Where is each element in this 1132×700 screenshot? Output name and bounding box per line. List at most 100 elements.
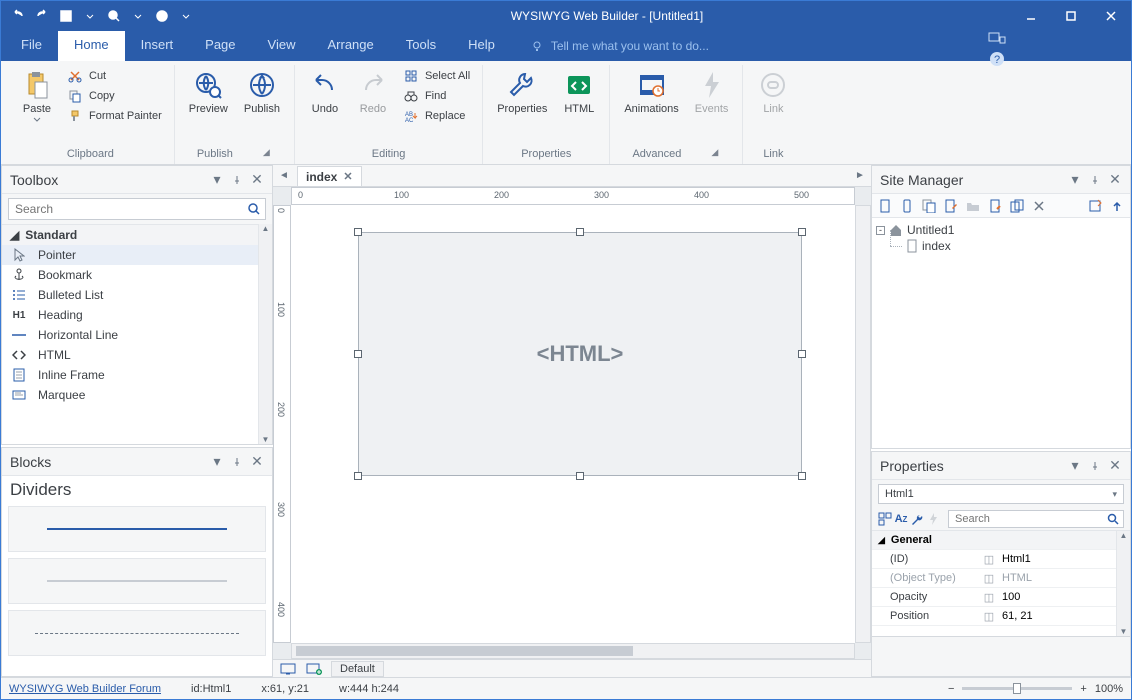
- upload-icon[interactable]: [1108, 197, 1126, 215]
- publish-dropdown[interactable]: [175, 5, 197, 27]
- scrollbar-vertical[interactable]: [855, 205, 871, 643]
- events-button[interactable]: Events: [689, 65, 735, 119]
- menu-arrange[interactable]: Arrange: [311, 31, 389, 61]
- properties-button[interactable]: Properties: [491, 65, 553, 119]
- property-row-opacity[interactable]: Opacity◫100: [872, 588, 1130, 607]
- close-icon[interactable]: ✕: [1108, 459, 1122, 473]
- divider-block-3[interactable]: [8, 610, 266, 656]
- close-button[interactable]: [1091, 1, 1131, 31]
- publish-button[interactable]: [151, 5, 173, 27]
- zoom-slider[interactable]: [962, 687, 1072, 690]
- tab-prev-icon[interactable]: ◄: [277, 168, 291, 182]
- tab-next-icon[interactable]: ►: [853, 168, 867, 182]
- pin-icon[interactable]: [230, 173, 244, 187]
- divider-block-2[interactable]: [8, 558, 266, 604]
- copy-page-icon[interactable]: [1008, 197, 1026, 215]
- find-button[interactable]: Find: [399, 87, 474, 105]
- redo-button[interactable]: [31, 5, 53, 27]
- menu-tools[interactable]: Tools: [390, 31, 452, 61]
- breakpoint-default[interactable]: Default: [331, 661, 384, 677]
- dialog-launcher-icon[interactable]: ◢: [711, 147, 718, 158]
- properties-search-input[interactable]: [949, 511, 1103, 527]
- property-category[interactable]: ◢General: [872, 531, 1130, 550]
- menu-insert[interactable]: Insert: [125, 31, 190, 61]
- pin-icon[interactable]: [1088, 459, 1102, 473]
- display-mode-button[interactable]: [988, 31, 1006, 45]
- toolbox-category[interactable]: ◢Standard: [2, 225, 258, 245]
- paste-button[interactable]: Paste: [15, 65, 59, 126]
- format-painter-button[interactable]: Format Painter: [63, 107, 166, 125]
- wrench-icon[interactable]: [910, 510, 924, 528]
- menu-view[interactable]: View: [252, 31, 312, 61]
- panel-menu-icon[interactable]: ▾: [1068, 173, 1082, 187]
- divider-block-1[interactable]: [8, 506, 266, 552]
- close-icon[interactable]: ✕: [1108, 173, 1122, 187]
- menu-file[interactable]: File: [5, 31, 58, 61]
- publish-button[interactable]: Publish: [238, 65, 286, 119]
- toolbox-search[interactable]: [8, 198, 266, 220]
- replace-button[interactable]: ABACReplace: [399, 107, 474, 125]
- search-icon[interactable]: [1103, 511, 1123, 527]
- resize-handle[interactable]: [354, 472, 362, 480]
- toolbox-item-bulleted-list[interactable]: Bulleted List: [2, 285, 258, 305]
- new-mobile-icon[interactable]: [898, 197, 916, 215]
- close-icon[interactable]: ✕: [250, 455, 264, 469]
- edit-page-icon[interactable]: [942, 197, 960, 215]
- page-properties-icon[interactable]: [986, 197, 1004, 215]
- copy-button[interactable]: Copy: [63, 87, 166, 105]
- resize-handle[interactable]: [576, 472, 584, 480]
- link-button[interactable]: Link: [751, 65, 795, 119]
- desktop-view-icon[interactable]: [279, 662, 297, 676]
- toolbox-item-pointer[interactable]: Pointer: [2, 245, 258, 265]
- collapse-icon[interactable]: -: [876, 226, 885, 235]
- categorized-icon[interactable]: [878, 510, 892, 528]
- forum-link[interactable]: WYSIWYG Web Builder Forum: [9, 683, 161, 695]
- toolbox-item-html[interactable]: HTML: [2, 345, 258, 365]
- add-breakpoint-icon[interactable]: [305, 662, 323, 676]
- toolbox-item-horizontal-line[interactable]: Horizontal Line: [2, 325, 258, 345]
- resize-handle[interactable]: [576, 228, 584, 236]
- refresh-icon[interactable]: [1086, 197, 1104, 215]
- panel-menu-icon[interactable]: ▾: [210, 455, 224, 469]
- resize-handle[interactable]: [354, 228, 362, 236]
- toolbox-search-input[interactable]: [9, 199, 243, 219]
- clone-page-icon[interactable]: [920, 197, 938, 215]
- property-grid[interactable]: ◢General (ID)◫Html1 (Object Type)◫HTML O…: [872, 530, 1130, 636]
- site-tree[interactable]: -Untitled1 index: [872, 218, 1130, 448]
- scrollbar[interactable]: ▲▼: [1116, 531, 1130, 636]
- toolbox-item-inline-frame[interactable]: Inline Frame: [2, 365, 258, 385]
- tree-page-index[interactable]: index: [876, 238, 1126, 254]
- scrollbar[interactable]: ▲▼: [258, 224, 272, 444]
- toolbox-item-bookmark[interactable]: Bookmark: [2, 265, 258, 285]
- select-all-button[interactable]: Select All: [399, 67, 474, 85]
- properties-search[interactable]: [948, 510, 1124, 528]
- maximize-button[interactable]: [1051, 1, 1091, 31]
- resize-handle[interactable]: [798, 350, 806, 358]
- menu-page[interactable]: Page: [189, 31, 251, 61]
- minimize-button[interactable]: [1011, 1, 1051, 31]
- undo-button[interactable]: [7, 5, 29, 27]
- resize-handle[interactable]: [798, 472, 806, 480]
- menu-help[interactable]: Help: [452, 31, 511, 61]
- animations-button[interactable]: Animations: [618, 65, 684, 119]
- close-icon[interactable]: ✕: [250, 173, 264, 187]
- undo-big-button[interactable]: Undo: [303, 65, 347, 119]
- property-row-position[interactable]: Position◫61, 21: [872, 607, 1130, 626]
- new-folder-icon[interactable]: [964, 197, 982, 215]
- toolbox-item-heading[interactable]: H1Heading: [2, 305, 258, 325]
- events-icon[interactable]: [926, 510, 940, 528]
- tab-index[interactable]: index✕: [297, 166, 362, 186]
- resize-handle[interactable]: [798, 228, 806, 236]
- alphabetical-icon[interactable]: AZ: [894, 510, 908, 528]
- zoom-out-icon[interactable]: −: [948, 683, 954, 695]
- new-page-icon[interactable]: [876, 197, 894, 215]
- zoom-in-icon[interactable]: +: [1080, 683, 1086, 695]
- resize-handle[interactable]: [354, 350, 362, 358]
- toolbox-item-marquee[interactable]: Marquee: [2, 385, 258, 405]
- tab-close-icon[interactable]: ✕: [343, 170, 352, 183]
- help-button[interactable]: ?: [989, 51, 1005, 67]
- preview-button[interactable]: Preview: [183, 65, 234, 119]
- zoom-control[interactable]: − + 100%: [948, 683, 1123, 695]
- scrollbar-horizontal[interactable]: [291, 643, 855, 659]
- object-selector[interactable]: Html1▾: [878, 484, 1124, 504]
